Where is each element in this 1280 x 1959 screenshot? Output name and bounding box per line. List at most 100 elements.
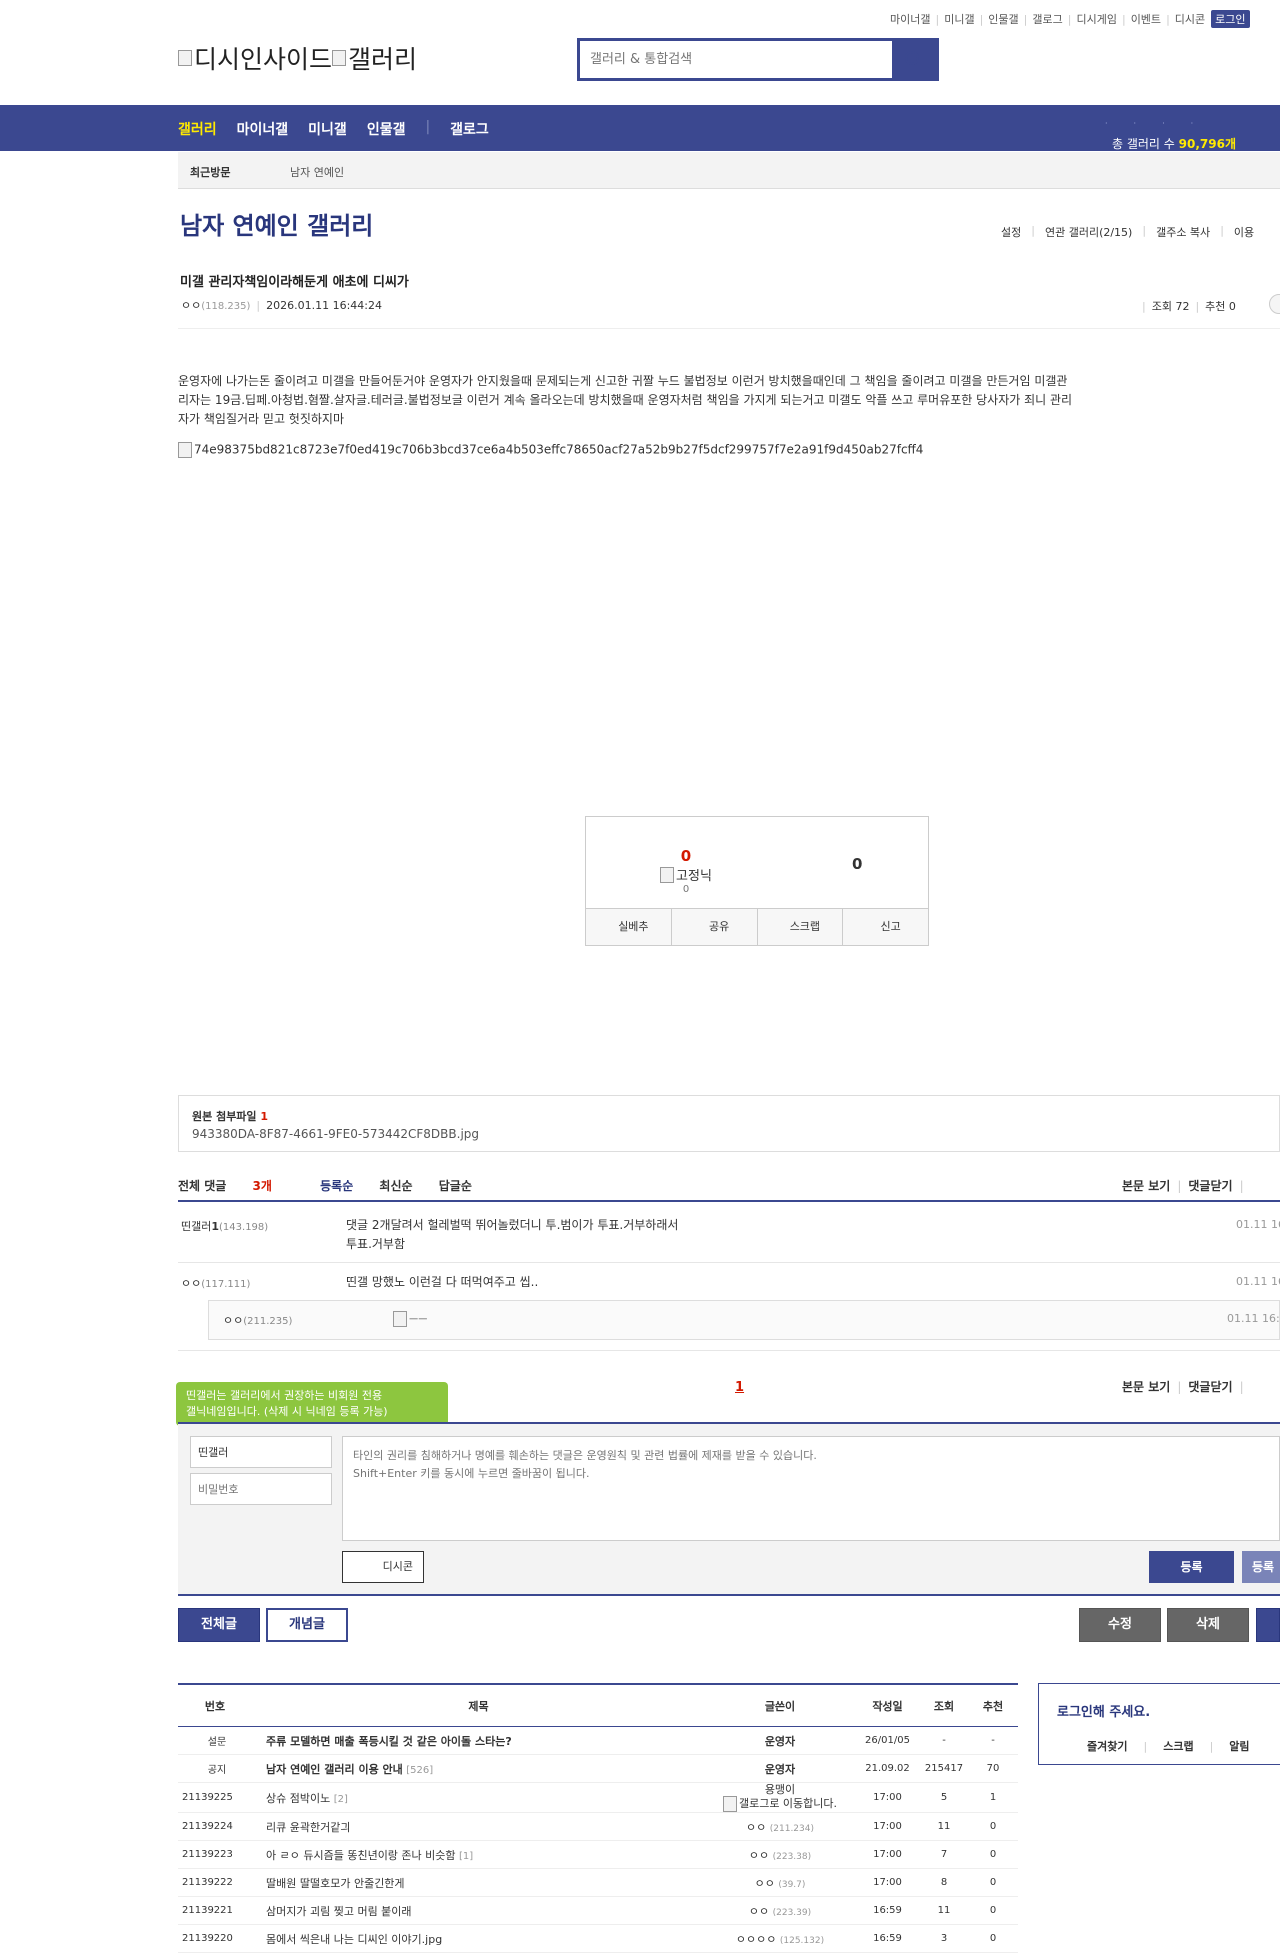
reply-author[interactable]: ㅇㅇ(211.235) — [223, 1312, 292, 1328]
table-row[interactable]: 21139225 상슈 점박이노 [2] 용맹이 갤로그로 이동합니다. 17:0… — [178, 1782, 1018, 1813]
share-button[interactable]: 공유 — [672, 909, 758, 945]
comment-reply: ㅇㅇ(211.235) ㅡㅡ 01.11 16:4 — [208, 1300, 1280, 1340]
row-views: 7 — [920, 1840, 968, 1869]
row-writer[interactable]: ㅇㅇ (39.7) — [705, 1868, 855, 1897]
close-comments-button[interactable]: 댓글닫기 — [1188, 1380, 1232, 1394]
gallery-settings[interactable]: 설정 — [1001, 224, 1021, 240]
row-writer[interactable]: ㅇㅇ (211.234) — [705, 1812, 855, 1841]
table-row[interactable]: 21139222 딸배원 딸떨호모가 안줄긴한게 ㅇㅇ (39.7) 17:00… — [178, 1868, 1018, 1897]
col-writer: 글쓴이 — [705, 1685, 855, 1727]
dccon-button[interactable]: 디시콘 — [342, 1551, 424, 1583]
gallog-link[interactable]: 갤로그로 이동합니다. — [739, 1797, 837, 1810]
nav-minor[interactable]: 마이너갤 — [237, 119, 289, 139]
login-box: 로그인해 주세요. 즐겨찾기 | 스크랩 | 알림 — [1038, 1683, 1280, 1765]
main-nav: 갤러리 마이너갤 미니갤 인물갤 | 갤로그 ···· 총 갤러리 수 90,7… — [0, 105, 1280, 151]
site-logo[interactable]: 디시인사이드 갤러리 — [178, 40, 417, 76]
row-views: 3 — [920, 1924, 968, 1953]
table-row[interactable]: 21139224 리큐 윤곽한거같긔 ㅇㅇ (211.234) 17:00 11… — [178, 1812, 1018, 1841]
row-writer[interactable]: 운영자 — [705, 1754, 855, 1783]
login-button[interactable]: 로그인 — [1211, 10, 1250, 28]
comment-author[interactable]: ㅇㅇ(117.111) — [181, 1275, 250, 1291]
sort-latest[interactable]: 최신순 — [379, 1179, 412, 1193]
row-title[interactable]: 상슈 점박이노 [2] — [252, 1782, 705, 1813]
close-comments-button[interactable]: 댓글닫기 — [1188, 1179, 1232, 1193]
top-menu-mini[interactable]: 미니갤 — [944, 11, 974, 27]
post-author[interactable]: ㅇㅇ — [181, 299, 201, 312]
table-row[interactable]: 21139223 아 ㄹㅇ 듀시즘들 똥친년이랑 존나 비슷함 [1] ㅇㅇ (… — [178, 1840, 1018, 1869]
password-input[interactable] — [190, 1473, 332, 1505]
row-title[interactable]: 주류 모델하면 매출 폭등시킬 것 같은 아이돌 스타는? — [252, 1726, 705, 1755]
recent-visit-label: 최근방문 — [190, 166, 231, 179]
post-info: ㅇㅇ(118.235) | 2026.01.11 16:44:24 — [181, 299, 383, 312]
submit-recommend-button[interactable]: 등록 — [1242, 1551, 1280, 1583]
login-prompt[interactable]: 로그인해 주세요. — [1057, 1701, 1150, 1720]
top-menu-person[interactable]: 인물갤 — [988, 11, 1018, 27]
row-recommend: 0 — [968, 1868, 1018, 1897]
copy-gallery-url[interactable]: 갤주소 복사 — [1156, 224, 1210, 240]
row-writer[interactable]: ㅇㅇ (223.38) — [705, 1840, 855, 1869]
scrap-link[interactable]: 스크랩 — [1163, 1740, 1193, 1753]
comment-page-1[interactable]: 1 — [735, 1380, 744, 1395]
report-button[interactable]: 신고 — [843, 909, 928, 945]
edit-button[interactable]: 수정 — [1079, 1608, 1161, 1642]
nav-gallog[interactable]: 갤로그 — [450, 119, 489, 139]
nav-gallery[interactable]: 갤러리 — [178, 119, 217, 139]
attachment-file[interactable]: 943380DA-8F87-4661-9FE0-573442CF8DBB.jpg — [192, 1127, 479, 1141]
row-title[interactable]: 몸에서 씩은내 나는 디씨인 이야기.jpg — [252, 1924, 705, 1953]
top-menu-gallog[interactable]: 갤로그 — [1032, 11, 1062, 27]
top-menu-game[interactable]: 디시게임 — [1076, 11, 1116, 27]
sort-reply[interactable]: 답글순 — [439, 1179, 472, 1193]
row-writer[interactable]: ㅇㅇㅇㅇ (125.132) — [705, 1924, 855, 1953]
row-number: 21139224 — [178, 1812, 252, 1841]
best-recommend-button[interactable]: 실베추 — [586, 909, 672, 945]
nav-mini[interactable]: 미니갤 — [308, 119, 347, 139]
row-title[interactable]: 삼머지가 괴림 찢고 머림 붙이래 — [252, 1896, 705, 1925]
row-writer[interactable]: ㅇㅇ (223.39) — [705, 1896, 855, 1925]
comment-textarea[interactable] — [342, 1436, 1280, 1541]
row-writer[interactable]: 운영자 — [705, 1726, 855, 1755]
fixed-nick-count: 0 — [682, 884, 690, 895]
scrap-button[interactable]: 스크랩 — [758, 909, 844, 945]
table-row[interactable]: 설문 주류 모델하면 매출 폭등시킬 것 같은 아이돌 스타는? 운영자 26/… — [178, 1726, 1018, 1755]
more-options-button[interactable] — [1269, 294, 1280, 314]
submit-comment-button[interactable]: 등록 — [1149, 1551, 1234, 1583]
gallery-title[interactable]: 남자 연예인 갤러리 — [180, 206, 373, 241]
comment-author[interactable]: 띤갤러1(143.198) — [181, 1218, 268, 1234]
col-date: 작성일 — [855, 1685, 920, 1727]
row-title[interactable]: 딸배원 딸떨호모가 안줄긴한게 — [252, 1868, 705, 1897]
total-gallery-count: 총 갤러리 수 90,796개 — [1112, 137, 1237, 151]
top-menu-dccon[interactable]: 디시콘 — [1175, 11, 1205, 27]
table-row[interactable]: 21139220 몸에서 씩은내 나는 디씨인 이야기.jpg ㅇㅇㅇㅇ (12… — [178, 1924, 1018, 1953]
post-date: 2026.01.11 16:44:24 — [266, 299, 383, 312]
post-image-alt: 74e98375bd821c8723e7f0ed419c706b3bcd37ce… — [194, 442, 924, 457]
row-writer[interactable]: 용맹이 갤로그로 이동합니다. — [705, 1782, 855, 1813]
row-title[interactable]: 남자 연예인 갤러리 이용 안내 [526] — [252, 1754, 705, 1783]
nickname-input[interactable] — [190, 1436, 332, 1468]
concept-posts-button[interactable]: 개념글 — [266, 1608, 348, 1642]
recommend-down-count[interactable]: 0 — [852, 855, 862, 873]
row-title[interactable]: 리큐 윤곽한거같긔 — [252, 1812, 705, 1841]
gallery-usage[interactable]: 이용 — [1234, 224, 1254, 240]
sort-register[interactable]: 등록순 — [320, 1179, 353, 1193]
top-menu-event[interactable]: 이벤트 — [1131, 11, 1161, 27]
nav-dots: ···· — [1105, 119, 1220, 128]
comment-top-line — [178, 1200, 1280, 1202]
table-row[interactable]: 21139221 삼머지가 괴림 찢고 머림 붙이래 ㅇㅇ (223.39) 1… — [178, 1896, 1018, 1925]
favorites-link[interactable]: 즐겨찾기 — [1087, 1740, 1127, 1753]
recommend-up[interactable]: 0 고정닉 0 — [646, 847, 726, 895]
related-galleries[interactable]: 연관 갤러리(2/15) — [1045, 224, 1132, 240]
recent-visit-item[interactable]: 남자 연예인 — [290, 164, 344, 180]
nav-person[interactable]: 인물갤 — [367, 119, 406, 139]
top-menu-minor[interactable]: 마이너갤 — [890, 11, 930, 27]
view-post-button[interactable]: 본문 보기 — [1122, 1179, 1170, 1193]
delete-button[interactable]: 삭제 — [1167, 1608, 1249, 1642]
all-posts-button[interactable]: 전체글 — [178, 1608, 260, 1642]
post-image[interactable]: 74e98375bd821c8723e7f0ed419c706b3bcd37ce… — [178, 442, 923, 458]
row-title[interactable]: 아 ㄹㅇ 듀시즘들 똥친년이랑 존나 비슷함 [1] — [252, 1840, 705, 1869]
write-button[interactable] — [1256, 1608, 1280, 1642]
view-post-button[interactable]: 본문 보기 — [1122, 1380, 1170, 1394]
notification-link[interactable]: 알림 — [1229, 1740, 1249, 1753]
table-row[interactable]: 공지 남자 연예인 갤러리 이용 안내 [526] 운영자 21.09.02 2… — [178, 1754, 1018, 1783]
search-input[interactable] — [580, 41, 910, 78]
search-button[interactable] — [892, 41, 936, 78]
